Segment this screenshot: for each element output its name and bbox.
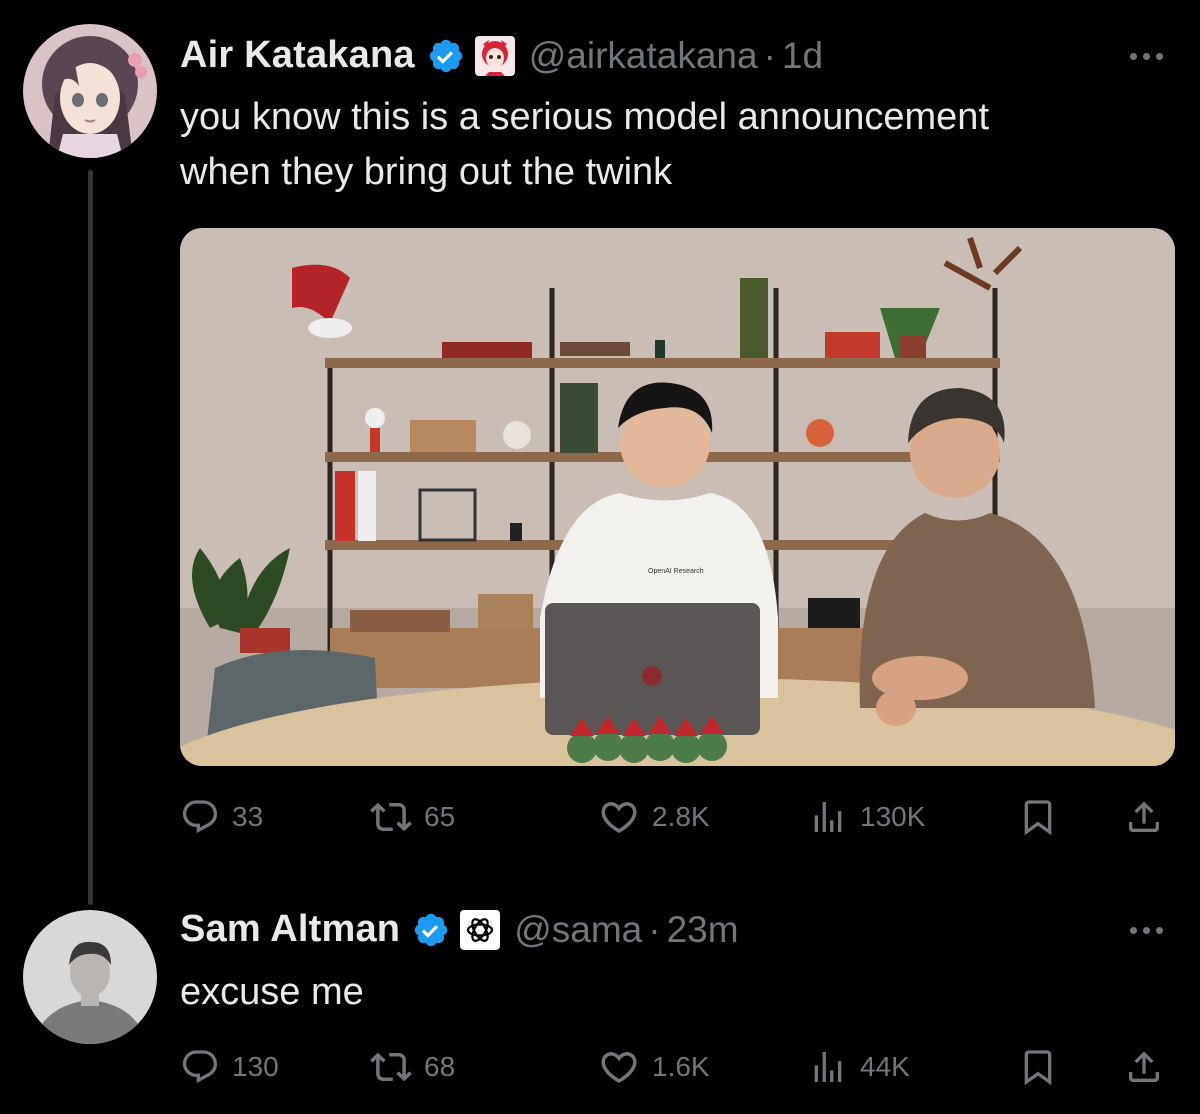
views-button[interactable]: 44K bbox=[808, 1042, 910, 1092]
views-icon bbox=[814, 802, 842, 832]
avatar-air-katakana[interactable] bbox=[23, 24, 157, 158]
author-name[interactable]: Air Katakana bbox=[180, 34, 415, 77]
like-button[interactable]: 1.6K bbox=[598, 1042, 710, 1092]
like-count: 2.8K bbox=[652, 801, 710, 832]
repost-icon bbox=[370, 1052, 412, 1082]
bookmark-button[interactable] bbox=[1018, 792, 1058, 842]
anime-avatar-icon bbox=[23, 24, 157, 158]
author-handle[interactable]: @airkatakana bbox=[529, 35, 758, 77]
bookmark-icon bbox=[1024, 800, 1052, 836]
shirt-text: OpenAI Research bbox=[648, 568, 704, 575]
repost-count: 65 bbox=[424, 801, 456, 832]
repost-icon bbox=[370, 802, 412, 832]
reply-button[interactable]: 130 bbox=[180, 1042, 279, 1092]
share-icon bbox=[1129, 1051, 1159, 1082]
repost-button[interactable]: 65 bbox=[370, 792, 455, 842]
like-button[interactable]: 2.8K bbox=[598, 792, 710, 842]
share-icon bbox=[1129, 801, 1159, 832]
avatar-photo-icon bbox=[23, 910, 157, 1044]
tweet-text-line: you know this is a serious model announc… bbox=[180, 96, 990, 138]
bookmark-icon bbox=[1024, 1050, 1052, 1086]
like-icon bbox=[601, 802, 637, 834]
like-icon bbox=[601, 1052, 637, 1084]
tweet-text: excuse me bbox=[180, 965, 364, 1020]
author-name[interactable]: Sam Altman bbox=[180, 908, 400, 951]
tweet-text-line: excuse me bbox=[180, 971, 364, 1013]
views-icon bbox=[814, 1052, 842, 1082]
views-count: 130K bbox=[860, 801, 926, 832]
tweet-header: Sam Altman @sama · 23m bbox=[180, 908, 739, 951]
share-button[interactable] bbox=[1124, 1042, 1164, 1092]
share-button[interactable] bbox=[1124, 792, 1164, 842]
video-thumbnail[interactable]: OpenAI Research bbox=[180, 228, 1175, 766]
tweet-actions: 33 65 2.8K 130K bbox=[180, 792, 1175, 842]
timestamp[interactable]: 1d bbox=[782, 35, 823, 77]
reply-icon bbox=[182, 800, 218, 834]
repost-count: 68 bbox=[424, 1051, 456, 1082]
separator-dot: · bbox=[763, 34, 776, 76]
reply-button[interactable]: 33 bbox=[180, 792, 263, 842]
reply-icon bbox=[182, 1050, 218, 1084]
tweet-text-line: when they bring out the twink bbox=[180, 151, 673, 193]
more-icon[interactable] bbox=[1130, 53, 1163, 60]
verified-badge-icon[interactable] bbox=[412, 911, 450, 949]
tweet-text: you know this is a serious model announc… bbox=[180, 90, 989, 200]
repost-button[interactable]: 68 bbox=[370, 1042, 455, 1092]
views-button[interactable]: 130K bbox=[808, 792, 925, 842]
tweet-actions: 130 68 1.6K 44K bbox=[180, 1042, 1175, 1092]
more-icon[interactable] bbox=[1130, 927, 1163, 934]
video-scene-image: OpenAI Research bbox=[180, 228, 1175, 766]
views-count: 44K bbox=[860, 1051, 910, 1082]
verified-badge-icon[interactable] bbox=[427, 37, 465, 75]
tweet-header: Air Katakana @airkatakana · 1d bbox=[180, 34, 823, 77]
separator-dot: · bbox=[648, 908, 661, 950]
bookmark-button[interactable] bbox=[1018, 1042, 1058, 1092]
avatar-sam-altman[interactable] bbox=[23, 910, 157, 1044]
reply-count: 33 bbox=[232, 801, 264, 832]
anime-avatar-icon bbox=[474, 35, 515, 76]
like-count: 1.6K bbox=[652, 1051, 710, 1082]
openai-logo-icon bbox=[460, 909, 501, 950]
author-handle[interactable]: @sama bbox=[514, 909, 642, 951]
reply-count: 130 bbox=[232, 1051, 279, 1082]
thread-connector-line bbox=[88, 170, 93, 905]
timestamp[interactable]: 23m bbox=[667, 909, 739, 951]
